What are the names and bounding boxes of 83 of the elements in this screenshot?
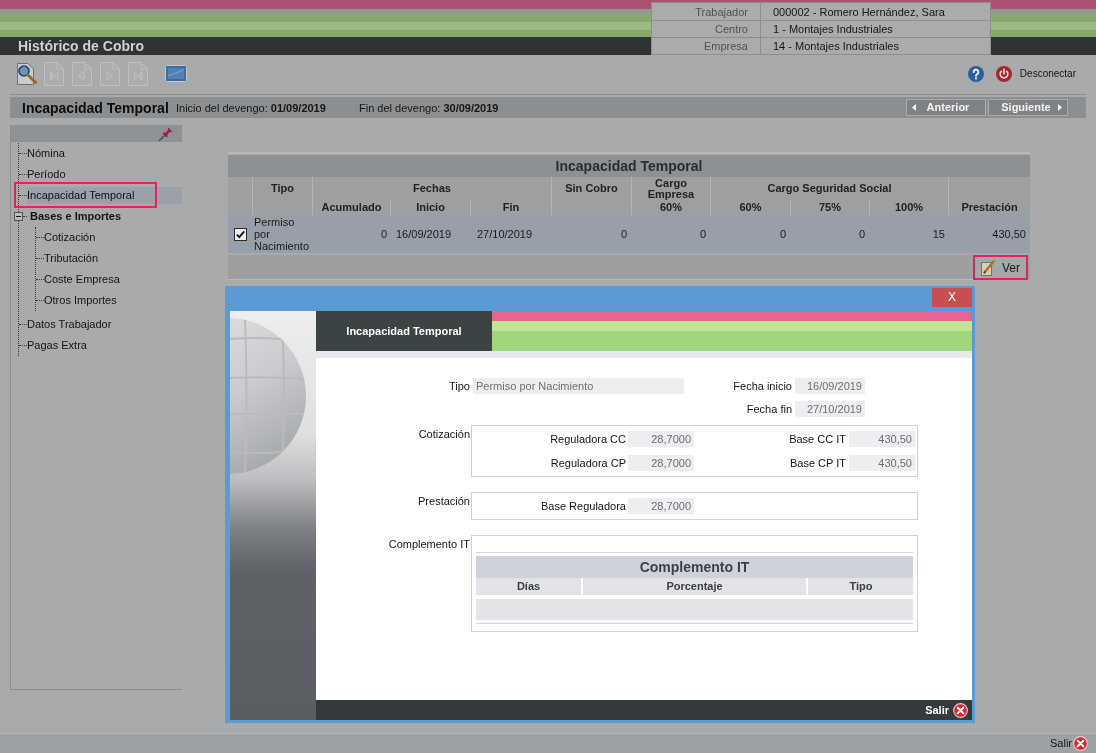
table-title: Complemento IT (476, 556, 913, 578)
table-title: Incapacidad Temporal (228, 155, 1030, 177)
screen-button[interactable] (165, 65, 187, 82)
info-label: Trabajador (695, 4, 748, 19)
power-icon (995, 65, 1012, 82)
tree-item[interactable]: Nómina (27, 145, 65, 162)
exit-button[interactable]: Salir (1050, 735, 1088, 752)
help-icon (967, 65, 984, 82)
close-circle-icon (1073, 736, 1088, 751)
info-value: 1 - Montajes Industriales (773, 22, 893, 36)
date-field[interactable]: 16/09/2019 (795, 378, 865, 394)
close-button[interactable]: X (932, 288, 972, 307)
close-circle-icon (953, 702, 968, 718)
info-label: Centro (714, 22, 748, 36)
tree-item[interactable]: Coste Empresa (44, 271, 120, 288)
column-header: Sin Cobro (551, 177, 631, 200)
tree-item[interactable]: Tributación (44, 250, 98, 267)
info-value: 14 - Montajes Industriales (773, 39, 899, 53)
date-field[interactable]: 27/10/2019 (795, 401, 865, 417)
tree-item[interactable]: Bases e Importes (27, 208, 122, 225)
text-field[interactable]: Permiso por Nacimiento (473, 378, 684, 394)
field-label: Tipo (449, 379, 470, 393)
section-label: Prestación (418, 494, 470, 508)
section-title: Incapacidad Temporal (22, 98, 169, 117)
tree-item[interactable]: Período (27, 166, 66, 183)
table-cell-text: 15 (931, 227, 946, 242)
logout-button[interactable]: Desconectar (995, 65, 1076, 82)
search-button[interactable] (16, 61, 38, 86)
info-label: Empresa (703, 39, 748, 53)
column-header: Tipo (806, 578, 914, 595)
tree-item[interactable]: Incapacidad Temporal (27, 187, 182, 204)
field-label: Fecha fin (746, 402, 792, 416)
number-field[interactable]: 430,50 (849, 455, 915, 471)
column-header: Cargo Seguridad Social (710, 177, 948, 200)
view-button[interactable]: Ver (973, 255, 1028, 280)
page-skip-forward-icon (128, 61, 148, 86)
caret-right-icon (1058, 104, 1062, 111)
field-label: Fecha inicio (733, 379, 792, 393)
section-label: Complemento IT (388, 537, 470, 551)
page-skip-back-icon (44, 61, 64, 86)
field-label: Reguladora CP (550, 456, 626, 470)
field-label: Base CC IT (789, 432, 846, 446)
tree-item[interactable]: Cotización (44, 229, 96, 246)
table-cell-text: 0 (857, 227, 866, 242)
number-field[interactable]: 28,7000 (628, 431, 694, 447)
number-field[interactable]: 28,7000 (628, 455, 694, 471)
tree-item[interactable]: Datos Trabajador (27, 316, 112, 333)
pencil-icon (981, 259, 995, 276)
number-field[interactable]: 430,50 (849, 431, 915, 447)
exit-button[interactable]: Salir (925, 701, 968, 719)
column-header: Días (515, 579, 542, 594)
number-field[interactable]: 28,7000 (628, 498, 694, 514)
search-icon (16, 61, 38, 86)
period-text: Inicio del devengo: 01/09/2019 (176, 100, 326, 115)
pushpin-icon[interactable] (158, 125, 174, 142)
field-label: Reguladora CC (550, 432, 626, 446)
checkbox[interactable] (233, 227, 247, 241)
screen-icon (165, 65, 187, 82)
info-value: 000002 - Romero Hernández, Sara (773, 4, 945, 19)
app-title: Histórico de Cobro (18, 37, 144, 55)
field-label: Base Reguladora (541, 499, 626, 513)
tree-item[interactable]: Pagas Extra (27, 337, 87, 354)
tree-item[interactable]: Otros Importes (44, 292, 117, 309)
table-cell-text: 0 (778, 227, 787, 242)
dialog-title: Incapacidad Temporal (316, 311, 492, 351)
column-header: Fechas (312, 177, 551, 200)
field-label: Base CP IT (789, 456, 846, 470)
table-cell-text: 0 (698, 227, 707, 242)
table-cell-text: 0 (619, 227, 628, 242)
column-header: Porcentaje (581, 578, 806, 595)
table-cell-text: 0 (379, 227, 388, 242)
table-cell-text: 430,50 (991, 227, 1027, 242)
table-row[interactable]: Permiso por Nacimiento 0 16/09/2019 27/10/2019 0 0 0 0 15 430,50 (228, 215, 1030, 253)
table-cell-text: 16/09/2019 (395, 227, 453, 242)
table-cell-text: Permiso por Nacimiento (253, 215, 311, 253)
column-header: Cargo Empresa (631, 177, 710, 200)
table-cell-text: 27/10/2019 (476, 227, 534, 242)
section-label: Cotización (418, 427, 470, 441)
collapse-icon[interactable] (14, 212, 23, 221)
caret-left-icon (912, 104, 916, 111)
column-header: Tipo (252, 177, 312, 200)
help-button[interactable] (967, 65, 984, 82)
period-text: Fin del devengo: 30/09/2019 (359, 100, 499, 115)
